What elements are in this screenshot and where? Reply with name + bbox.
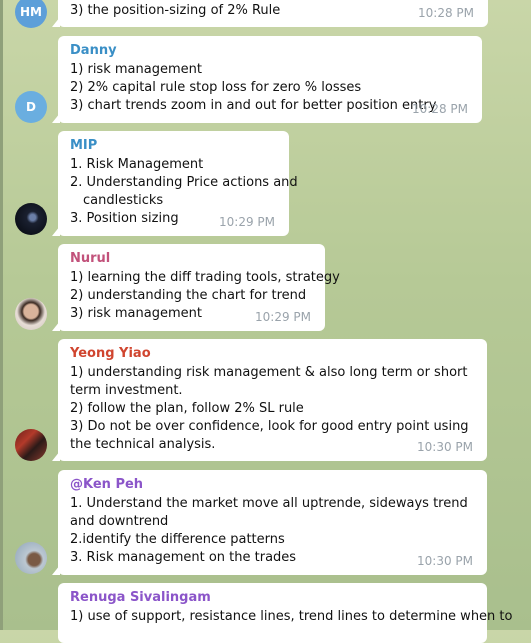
message-line: 1. Risk Management: [70, 157, 204, 172]
message-bubble[interactable]: Yeong Yiao 1) understanding risk managem…: [52, 339, 487, 461]
message-line: candlesticks: [83, 193, 164, 208]
message-time: 10:28 PM: [418, 6, 474, 20]
bubble-tail: [52, 113, 60, 123]
message-bubble[interactable]: 3) the position-sizing of 2% Rule 10:28 …: [52, 0, 488, 27]
message-bubble[interactable]: Danny 1) risk management 2) 2% capital r…: [52, 36, 482, 123]
bubble-tail: [52, 565, 60, 575]
woman-photo-avatar[interactable]: [15, 298, 47, 330]
man-photo-avatar[interactable]: [15, 542, 47, 574]
message-time: 10:29 PM: [219, 215, 275, 229]
message-line: 3. Risk management on the trades: [70, 550, 297, 565]
message-line: 2.identify the difference patterns: [70, 532, 285, 547]
sender-name[interactable]: Nurul: [70, 250, 313, 268]
bubble-tail: [52, 226, 60, 236]
group-photo-avatar[interactable]: [15, 429, 47, 461]
message-time: 10:30 PM: [417, 554, 473, 568]
message-bubble[interactable]: Renuga Sivalingam 1) use of support, res…: [58, 583, 513, 643]
message-bubble[interactable]: Nurul 1) learning the diff trading tools…: [52, 244, 340, 331]
window-left-border: [0, 0, 3, 630]
message-bubble[interactable]: MIP 1. Risk Management 2. Understanding …: [52, 131, 298, 236]
message-line: 3) the position-sizing of 2% Rule: [70, 3, 281, 18]
message-time: 10:28 PM: [412, 102, 468, 116]
sender-name[interactable]: MIP: [70, 137, 277, 155]
sender-name[interactable]: Yeong Yiao: [70, 345, 475, 363]
message-line: 1) learning the diff trading tools, stra…: [70, 270, 340, 285]
sender-name[interactable]: Danny: [70, 42, 470, 60]
message-line: 1) risk management: [70, 62, 202, 77]
message-line: 3) Do not be over confidence, look for g…: [70, 419, 469, 452]
bubble-tail: [52, 17, 60, 27]
avatar-danny[interactable]: D: [15, 91, 47, 123]
avatar-initials: HM: [20, 5, 42, 19]
message-line: 2. Understanding Price actions and: [70, 175, 298, 190]
sender-name[interactable]: Renuga Sivalingam: [70, 589, 475, 607]
sender-name[interactable]: @Ken Peh: [70, 476, 475, 494]
avatar-initials: D: [26, 100, 36, 114]
message-bubble[interactable]: @Ken Peh 1. Understand the market move a…: [52, 470, 487, 575]
message-line: 2) understanding the chart for trend: [70, 288, 307, 303]
message-line: 1) use of support, resistance lines, tre…: [70, 609, 513, 624]
bubble-tail: [52, 451, 60, 461]
avatar-hm[interactable]: HM: [15, 0, 47, 28]
bubble-tail: [52, 321, 60, 331]
message-time: 10:30 PM: [417, 440, 473, 454]
message-line: 1. Understand the market move all uptren…: [70, 496, 468, 529]
message-line: 2) follow the plan, follow 2% SL rule: [70, 401, 304, 416]
message-line: 3) chart trends zoom in and out for bett…: [70, 98, 437, 113]
space-photo-avatar[interactable]: [15, 203, 47, 235]
message-line: 1) understanding risk management & also …: [70, 365, 468, 398]
message-time: 10:29 PM: [255, 310, 311, 324]
message-line: 2) 2% capital rule stop loss for zero % …: [70, 80, 362, 95]
